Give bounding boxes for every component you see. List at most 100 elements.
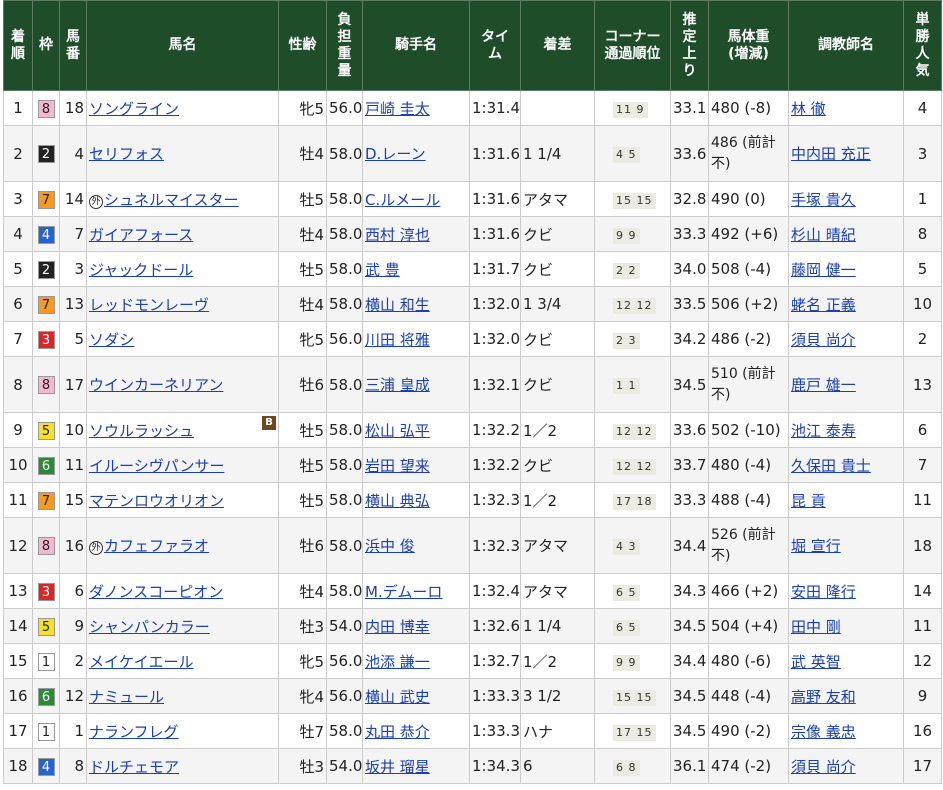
time-cell: 1:32.1 (469, 356, 521, 413)
jockey-link[interactable]: 横山 和生 (365, 296, 430, 314)
horse-name-link[interactable]: ソウルラッシュ (89, 422, 194, 440)
jockey-link[interactable]: 浜中 俊 (365, 537, 415, 555)
time-cell: 1:32.3 (469, 482, 521, 518)
jockey-link[interactable]: 三浦 皇成 (365, 376, 430, 394)
horse-name-link[interactable]: ナランフレグ (89, 723, 179, 741)
rank-cell: 4 (3, 216, 33, 252)
horse-name-link[interactable]: ガイアフォース (89, 226, 193, 244)
trainer-link[interactable]: 武 英智 (791, 653, 841, 671)
trainer-link[interactable]: 安田 隆行 (791, 583, 856, 601)
last3f-value: 34.5 (673, 722, 707, 740)
popularity-cell: 4 (903, 90, 942, 126)
popularity-cell: 13 (903, 356, 942, 413)
horse-name-link[interactable]: マテンロウオリオン (89, 492, 224, 510)
weight-value: 56.0 (329, 652, 363, 670)
waku-badge: 8 (37, 376, 55, 394)
trainer-link[interactable]: 杉山 晴紀 (791, 226, 856, 244)
horse-name-link[interactable]: ソングライン (89, 100, 179, 118)
jockey-link[interactable]: 池添 謙一 (365, 653, 430, 671)
jockey-link[interactable]: 内田 博幸 (365, 618, 430, 636)
trainer-cell: 蛯名 正義 (788, 286, 904, 322)
trainer-link[interactable]: 蛯名 正義 (791, 296, 856, 314)
result-row: 12 8 16 外カフェファラオ 牡6 58.0 浜中 俊 1:32.3 アタマ 4 3 34.4 5… (3, 517, 942, 574)
horse-name-link[interactable]: ジャックドール (89, 261, 193, 279)
waku-cell: 7 (32, 181, 60, 217)
jockey-link[interactable]: 戸崎 圭太 (365, 100, 430, 118)
last3f-value: 34.5 (673, 617, 707, 635)
trainer-link[interactable]: 昆 貢 (791, 492, 826, 510)
horse-name-link[interactable]: シュネルマイスター (104, 191, 239, 209)
trainer-link[interactable]: 須貝 尚介 (791, 331, 856, 349)
horse-name-link[interactable]: イルーシヴパンサー (89, 457, 224, 475)
rank-value: 18 (8, 757, 28, 775)
time-cell: 1:32.4 (469, 573, 521, 609)
horse-cell: イルーシヴパンサー (86, 447, 279, 483)
rank-cell: 3 (3, 181, 33, 217)
trainer-link[interactable]: 堀 宣行 (791, 537, 841, 555)
horse-name-link[interactable]: レッドモンレーヴ (89, 296, 209, 314)
sexage-value: 牡4 (299, 145, 324, 163)
corner-cell: 6 5 (594, 608, 671, 644)
waku-badge: 8 (37, 99, 55, 118)
jockey-cell: 松山 弘平 (362, 412, 470, 448)
time-cell: 1:32.0 (469, 321, 521, 357)
time-cell: 1:32.6 (469, 608, 521, 644)
trainer-link[interactable]: 池江 泰寿 (791, 422, 856, 440)
margin-value: 1 3/4 (523, 295, 562, 313)
jockey-link[interactable]: 川田 将雅 (365, 331, 430, 349)
horse-name-link[interactable]: ドルチェモア (89, 758, 179, 776)
time-value: 1:32.3 (472, 491, 520, 509)
time-value: 1:32.0 (472, 295, 520, 313)
jockey-link[interactable]: 丸田 恭介 (365, 723, 430, 741)
corner-cell: 6 5 (594, 573, 671, 609)
horse-name-link[interactable]: ナミュール (89, 688, 164, 706)
jockey-link[interactable]: 岩田 望来 (365, 457, 430, 475)
sexage-cell: 牡6 (278, 517, 327, 574)
horse-name-link[interactable]: ダノンスコーピオン (89, 583, 223, 601)
margin-value: 3 1/2 (523, 687, 562, 705)
jockey-link[interactable]: 横山 典弘 (365, 492, 430, 510)
trainer-link[interactable]: 鹿戸 雄一 (791, 376, 856, 394)
trainer-link[interactable]: 林 徹 (791, 100, 826, 118)
horse-name-link[interactable]: ウインカーネリアン (89, 376, 223, 394)
result-row: 9 5 10 ソウルラッシュ B 牡5 58.0 松山 弘平 1:32.2 1／2 12 12 33.… (3, 412, 942, 448)
waku-badge: 4 (37, 757, 55, 776)
trainer-link[interactable]: 藤岡 健一 (791, 261, 856, 279)
rank-cell: 17 (3, 713, 33, 749)
horse-name-link[interactable]: ソダシ (89, 331, 134, 349)
trainer-link[interactable]: 久保田 貴士 (791, 457, 871, 475)
trainer-link[interactable]: 手塚 貴久 (791, 191, 856, 209)
trainer-link[interactable]: 田中 剛 (791, 618, 841, 636)
jockey-link[interactable]: C.ルメール (365, 191, 440, 209)
corner-cell: 15 15 (594, 678, 671, 714)
blinker-b-icon: B (262, 416, 276, 430)
jockey-link[interactable]: 武 豊 (365, 261, 400, 279)
jockey-link[interactable]: 西村 淳也 (365, 226, 430, 244)
corner-cell: 9 9 (594, 216, 671, 252)
time-value: 1:32.3 (472, 536, 520, 555)
horse-name-link[interactable]: シャンパンカラー (89, 618, 210, 636)
popularity-cell: 1 (903, 181, 942, 217)
sexage-cell: 牡3 (278, 608, 327, 644)
jockey-link[interactable]: 横山 武史 (365, 688, 430, 706)
jockey-link[interactable]: 松山 弘平 (365, 422, 430, 440)
umaban-cell: 18 (59, 90, 87, 126)
jockey-link[interactable]: D.レーン (365, 145, 426, 163)
horse-name-link[interactable]: セリフォス (89, 145, 164, 163)
trainer-link[interactable]: 須貝 尚介 (791, 758, 856, 776)
header-weight: 負担重量 (326, 0, 363, 91)
trainer-link[interactable]: 高野 友和 (791, 688, 856, 706)
results-page: 着順 枠 馬番 馬名 性齢 負担重量 騎手名 タイム 着差 コーナー 通過順位 推… (0, 0, 943, 790)
trainer-link[interactable]: 宗像 義忠 (791, 723, 856, 741)
jockey-link[interactable]: 坂井 瑠星 (365, 758, 430, 776)
horse-name-link[interactable]: カフェファラオ (104, 537, 209, 555)
horse-name-link[interactable]: メイケイエール (89, 653, 194, 671)
rank-cell: 7 (3, 321, 33, 357)
margin-cell: 1／2 (520, 412, 595, 448)
weight-value: 58.0 (329, 260, 363, 278)
time-cell: 1:32.0 (469, 286, 521, 322)
trainer-link[interactable]: 中内田 充正 (791, 145, 871, 163)
margin-cell: 6 (520, 748, 595, 784)
jockey-link[interactable]: M.デムーロ (365, 583, 442, 601)
popularity-value: 11 (912, 617, 933, 635)
